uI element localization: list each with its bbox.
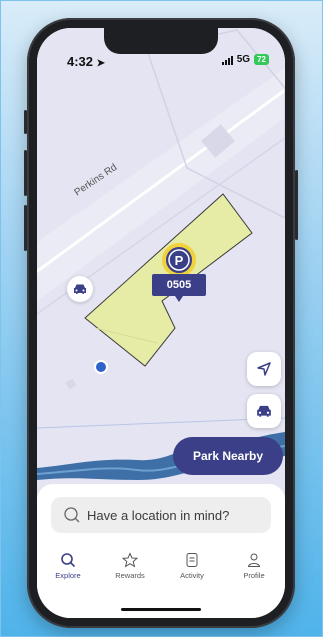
tab-label: Explore: [55, 571, 81, 580]
current-location-dot: [94, 360, 108, 374]
tab-explore[interactable]: Explore: [40, 552, 96, 592]
search-icon: [64, 507, 80, 523]
lot-code-label[interactable]: 0505: [152, 274, 206, 296]
tab-label: Activity: [180, 571, 204, 580]
parking-glyph: P: [175, 253, 184, 268]
status-indicators: 5G 72: [221, 54, 269, 65]
search-input[interactable]: [87, 507, 267, 523]
locate-me-button[interactable]: [247, 352, 281, 386]
tab-bar: Explore Rewards Activity Profile: [37, 552, 285, 592]
tab-label: Rewards: [115, 571, 145, 580]
battery-icon: 72: [254, 54, 269, 65]
status-time: 4:32 ➤: [67, 54, 105, 69]
power-button: [295, 170, 298, 240]
status-time-text: 4:32: [67, 54, 94, 69]
volume-down-button: [24, 205, 27, 251]
signal-icon: [221, 55, 233, 65]
tab-profile[interactable]: Profile: [226, 552, 282, 592]
tab-activity[interactable]: Activity: [164, 552, 220, 592]
location-arrow-icon: ➤: [96, 58, 106, 69]
park-nearby-button[interactable]: Park Nearby: [173, 437, 283, 475]
mute-switch: [24, 110, 27, 134]
receipt-icon: [186, 553, 198, 567]
car-filter-button[interactable]: [247, 394, 281, 428]
notch: [104, 28, 218, 54]
home-indicator[interactable]: [121, 608, 201, 611]
bottom-sheet: Explore Rewards Activity: [37, 484, 285, 618]
star-icon: [122, 552, 138, 568]
tab-rewards[interactable]: Rewards: [102, 552, 158, 592]
car-marker[interactable]: [67, 276, 93, 302]
network-label: 5G: [236, 54, 251, 65]
search-icon: [61, 553, 76, 568]
person-icon: [247, 553, 261, 567]
phone-screen: Perkins Rd P 0505 4:32 ➤ 5G 72 Park Near…: [37, 28, 285, 618]
tab-label: Profile: [243, 571, 265, 580]
search-bar[interactable]: [51, 497, 271, 533]
car-icon: [74, 284, 86, 294]
volume-up-button: [24, 150, 27, 196]
navigation-arrow-icon: [257, 362, 271, 376]
car-icon: [257, 405, 271, 417]
